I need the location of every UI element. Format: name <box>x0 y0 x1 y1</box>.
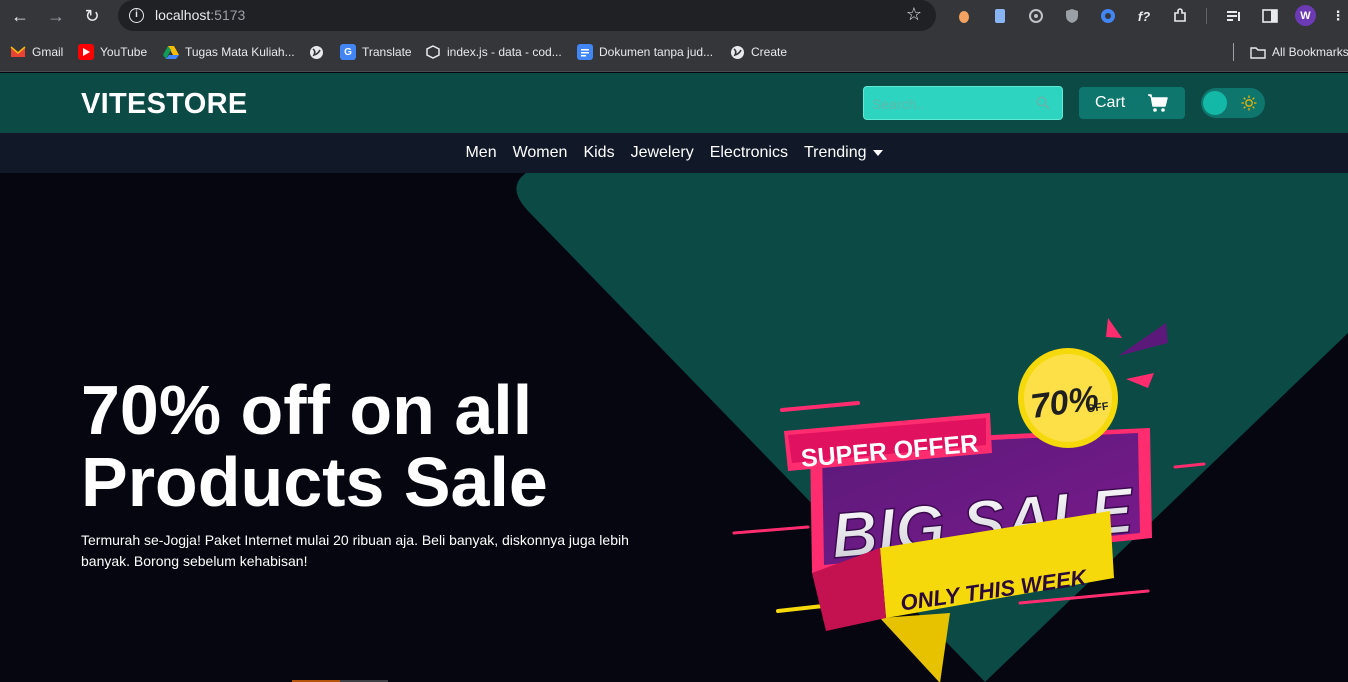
youtube-icon <box>78 44 94 60</box>
toolbar-divider <box>1206 8 1207 24</box>
address-bar[interactable]: i localhost:5173 ☆ <box>118 0 936 31</box>
hero-subtitle: Termurah se-Jogja! Paket Internet mulai … <box>81 532 629 569</box>
theme-toggle[interactable] <box>1201 88 1265 118</box>
bookmark-create[interactable]: Create <box>729 44 787 60</box>
search-input[interactable] <box>872 94 1032 114</box>
extension-icon[interactable] <box>1098 6 1118 26</box>
gmail-icon <box>10 44 26 60</box>
browser-toolbar: ← → ↻ i localhost:5173 ☆ f? W ⋮ <box>0 0 1348 32</box>
menu-kebab-icon[interactable]: ⋮ <box>1328 6 1348 26</box>
store-logo[interactable]: VITESTORE <box>81 88 248 121</box>
bookmark-globe[interactable] <box>308 44 330 60</box>
extensions-puzzle-icon[interactable] <box>1170 6 1190 26</box>
profile-avatar[interactable]: W <box>1295 5 1316 26</box>
translate-icon: G <box>340 44 356 60</box>
bookmark-gmail[interactable]: Gmail <box>10 44 63 60</box>
side-panel-icon[interactable] <box>1260 6 1280 26</box>
codesandbox-icon <box>425 44 441 60</box>
drive-icon <box>163 44 179 60</box>
media-control-icon[interactable] <box>1224 6 1244 26</box>
bookmark-codesandbox[interactable]: index.js - data - cod... <box>425 44 562 60</box>
trending-label: Trending <box>803 144 867 161</box>
globe-icon <box>729 44 745 60</box>
nav-item-women[interactable]: Women <box>513 144 568 162</box>
toggle-knob <box>1203 91 1227 115</box>
search-icon[interactable] <box>1036 96 1050 110</box>
bookmarks-bar: Gmail YouTube Tugas Mata Kuliah... G Tran… <box>0 32 1348 72</box>
category-nav: Men Women Kids Jewelery Electronics Tren… <box>0 133 1348 173</box>
nav-item-men[interactable]: Men <box>465 144 496 162</box>
bookmark-translate[interactable]: G Translate <box>340 44 412 60</box>
nav-item-electronics[interactable]: Electronics <box>710 144 788 162</box>
folder-icon <box>1250 44 1266 60</box>
extension-icon[interactable] <box>954 6 974 26</box>
hero-title: 70% off on all Products Sale <box>81 371 548 521</box>
caret-down-icon <box>872 150 883 156</box>
bookmark-docs[interactable]: Dokumen tanpa jud... <box>577 44 713 60</box>
docs-icon <box>577 44 593 60</box>
hero-banner: 70% off on all Products Sale Termurah se… <box>0 173 1348 682</box>
site-info-icon[interactable]: i <box>129 8 144 23</box>
nav-item-jewelery[interactable]: Jewelery <box>631 144 694 162</box>
back-icon[interactable]: ← <box>8 4 32 28</box>
nav-item-trending[interactable]: Trending <box>804 144 883 162</box>
cart-icon <box>1148 94 1168 112</box>
bookmark-youtube[interactable]: YouTube <box>78 44 147 60</box>
shield-extension-icon[interactable] <box>1062 6 1082 26</box>
site-header: VITESTORE Cart <box>0 73 1348 133</box>
all-bookmarks[interactable]: All Bookmarks <box>1250 44 1348 60</box>
search-box <box>863 86 1063 120</box>
big-sale-promo-graphic: SUPER OFFER 70% OFF BIG SALE ONLY THIS W… <box>732 318 1206 682</box>
cart-label: Cart <box>1095 94 1126 111</box>
extension-icon[interactable] <box>1026 6 1046 26</box>
bookmark-star-icon[interactable]: ☆ <box>906 4 922 25</box>
address-url[interactable]: localhost:5173 <box>155 7 245 23</box>
bookmark-tugas[interactable]: Tugas Mata Kuliah... <box>163 44 295 60</box>
forward-icon[interactable]: → <box>44 4 68 28</box>
cart-button[interactable]: Cart <box>1079 87 1185 119</box>
sun-icon <box>1241 95 1257 111</box>
globe-icon <box>308 44 324 60</box>
reload-icon[interactable]: ↻ <box>80 4 104 28</box>
extension-icon[interactable] <box>990 6 1010 26</box>
formula-extension-icon[interactable]: f? <box>1134 6 1154 26</box>
bookmarks-divider <box>1233 43 1234 61</box>
nav-item-kids[interactable]: Kids <box>583 144 614 162</box>
